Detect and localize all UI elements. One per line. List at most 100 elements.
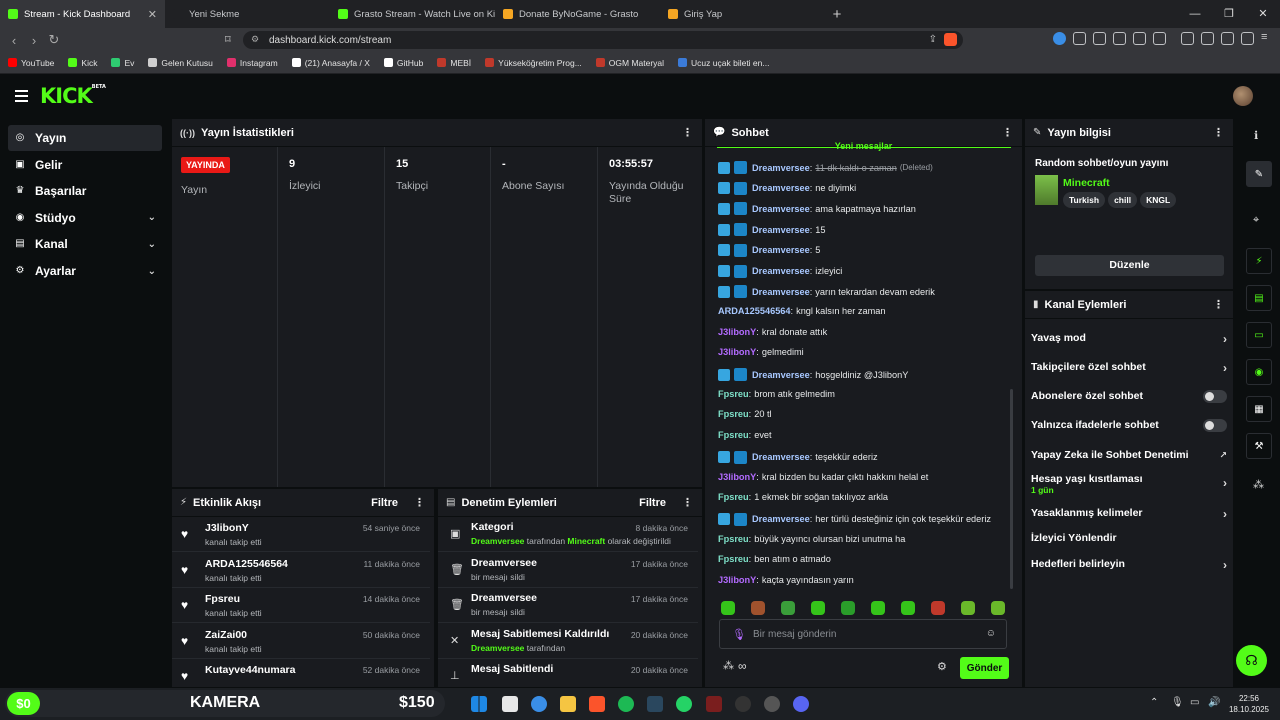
chat-username[interactable]: Dreamversee xyxy=(752,266,810,276)
windows-start-icon[interactable] xyxy=(471,696,487,712)
edit-stream-info-button[interactable]: Düzenle xyxy=(1035,255,1224,276)
moderation-row[interactable]: 🗑 Dreamversee bir mesajı sildi 17 dakika ön… xyxy=(438,588,698,624)
emote-icon[interactable] xyxy=(841,601,855,615)
chat-input[interactable]: 🎙 Bir mesaj gönderin ☺ xyxy=(719,619,1007,649)
emote-icon[interactable] xyxy=(721,601,735,615)
more-options-icon[interactable]: ⋮ xyxy=(1002,126,1013,139)
chat-message[interactable]: J3libonY: kral donate attık xyxy=(718,327,827,337)
clock[interactable]: 22:56 18.10.2025 xyxy=(1228,693,1270,715)
close-window-icon[interactable]: ✕ xyxy=(1246,0,1280,28)
emote-icon[interactable] xyxy=(991,601,1005,615)
chat-username[interactable]: Fpsreu xyxy=(718,430,749,440)
browser-menu-icon[interactable]: ≡ xyxy=(1261,32,1274,45)
moderation-row[interactable]: ▣ Kategori Dreamversee tarafından Minecraf… xyxy=(438,517,698,552)
more-options-icon[interactable]: ⋮ xyxy=(1213,298,1224,311)
chat-message[interactable]: Dreamversee: izleyici xyxy=(718,264,842,278)
more-options-icon[interactable]: ⋮ xyxy=(414,496,425,509)
layout-rail-icon[interactable]: ▦ xyxy=(1246,396,1272,422)
external-link-icon[interactable]: ↗ xyxy=(1219,450,1227,461)
channel-action-item[interactable]: İzleyici Yönlendir xyxy=(1031,532,1227,544)
chat-username[interactable]: Fpsreu xyxy=(718,492,749,502)
channel-action-item[interactable]: Yapay Zeka ile Sohbet Denetimi ↗ xyxy=(1031,449,1227,461)
discord-icon[interactable] xyxy=(793,696,809,712)
share-icon[interactable]: ⇪ xyxy=(929,34,937,45)
chat-username[interactable]: Dreamversee xyxy=(752,183,810,193)
maximize-icon[interactable]: ❐ xyxy=(1212,0,1246,28)
chat-username[interactable]: Dreamversee xyxy=(752,452,810,462)
brave-shield-icon[interactable] xyxy=(944,33,957,46)
app-icon[interactable] xyxy=(735,696,751,712)
emote-icon[interactable] xyxy=(901,601,915,615)
screenshot-icon[interactable] xyxy=(1113,32,1126,45)
broadcast-rail-icon[interactable]: ◉ xyxy=(1246,359,1272,385)
browser-tab[interactable]: Stream - Kick Dashboard ✕ xyxy=(0,0,165,28)
whatsapp-icon[interactable] xyxy=(676,696,692,712)
chat-username[interactable]: J3libonY xyxy=(718,575,756,585)
sidebar-item-gelir[interactable]: ▣ Gelir xyxy=(8,152,162,178)
chevron-right-icon[interactable]: › xyxy=(1223,558,1227,572)
chat-scrollbar[interactable] xyxy=(1010,389,1013,589)
wrench-rail-icon[interactable]: ⚒ xyxy=(1246,433,1272,459)
emote-icon[interactable] xyxy=(781,601,795,615)
send-button[interactable]: Gönder xyxy=(960,657,1009,679)
new-tab-button[interactable]: + xyxy=(825,0,849,28)
sidebar-item-kanal[interactable]: ▤ Kanal ⌄ xyxy=(8,231,162,257)
browser-tab[interactable]: Giriş Yap xyxy=(660,0,825,28)
chat-message[interactable]: Dreamversee:15 xyxy=(718,223,826,237)
reload-icon[interactable]: ↻ xyxy=(44,32,64,48)
more-options-icon[interactable]: ⋮ xyxy=(682,126,693,139)
brave-browser-icon[interactable] xyxy=(589,696,605,712)
app-icon[interactable] xyxy=(706,696,722,712)
close-tab-icon[interactable]: ✕ xyxy=(148,8,157,21)
sidebar-item-stüdyo[interactable]: ◉ Stüdyo ⌄ xyxy=(8,205,162,231)
browser-tab[interactable]: Yeni Sekme xyxy=(165,0,330,28)
media-icon[interactable] xyxy=(1181,32,1194,45)
chat-message[interactable]: Dreamversee: her türlü desteğiniz için ço… xyxy=(718,512,991,526)
mic-tray-icon[interactable]: 🎙 xyxy=(1171,697,1184,708)
chat-rail-icon[interactable]: ▭ xyxy=(1246,322,1272,348)
chat-username[interactable]: Fpsreu xyxy=(718,409,749,419)
channel-action-item[interactable]: Abonelere özel sohbet xyxy=(1031,390,1227,403)
emote-icon[interactable] xyxy=(811,601,825,615)
steam-icon[interactable] xyxy=(647,696,663,712)
chat-message[interactable]: Fpsreu: brom atık gelmedim xyxy=(718,389,835,399)
chevron-down-icon[interactable]: ⌄ xyxy=(148,239,156,250)
activity-row[interactable]: ♥ ZaiZai00 kanalı takip etti 50 dakika önce xyxy=(172,624,430,659)
category-name[interactable]: Minecraft xyxy=(1063,177,1110,189)
bookmark-item[interactable]: Gelen Kutusu xyxy=(148,58,213,68)
chat-username[interactable]: Dreamversee xyxy=(752,245,810,255)
chat-username[interactable]: Fpsreu xyxy=(718,554,749,564)
file-explorer-icon[interactable] xyxy=(560,696,576,712)
chat-message[interactable]: Fpsreu:20 tl xyxy=(718,409,772,419)
download-icon[interactable] xyxy=(1153,32,1166,45)
volume-tray-icon[interactable]: 🔊 xyxy=(1208,697,1220,708)
chevron-right-icon[interactable]: › xyxy=(1223,332,1227,346)
tray-chevron-icon[interactable]: ⌃ xyxy=(1150,697,1158,708)
chat-message[interactable]: Dreamversee: hoşgeldiniz @J3libonY xyxy=(718,368,908,381)
chat-message[interactable]: Dreamversee:5 xyxy=(718,243,820,257)
obs-icon[interactable] xyxy=(764,696,780,712)
chat-username[interactable]: Fpsreu xyxy=(718,534,749,544)
chat-username[interactable]: Dreamversee xyxy=(752,163,810,173)
moderation-row[interactable]: 🗑 Dreamversee bir mesajı sildi 17 dakika ön… xyxy=(438,553,698,588)
widgets-icon[interactable]: ⁂ xyxy=(1253,478,1264,491)
chat-username[interactable]: J3libonY xyxy=(718,347,756,357)
chat-username[interactable]: J3libonY xyxy=(718,472,756,482)
chat-username[interactable]: Dreamversee xyxy=(752,225,810,235)
more-options-icon[interactable]: ⋮ xyxy=(682,496,693,509)
channel-action-item[interactable]: Yalnızca ifadelerle sohbet xyxy=(1031,419,1227,432)
activity-filter-button[interactable]: Filtre xyxy=(371,497,398,509)
chat-username[interactable]: J3libonY xyxy=(718,327,756,337)
bookmark-icon[interactable]: ⌑ xyxy=(225,33,231,46)
back-icon[interactable]: ‹ xyxy=(4,33,24,48)
info-icon[interactable]: ℹ xyxy=(1254,129,1258,142)
display-tray-icon[interactable]: ▭ xyxy=(1190,697,1199,708)
stream-tag[interactable]: KNGL xyxy=(1140,192,1177,208)
channel-action-item[interactable]: Yasaklanmış kelimeler › xyxy=(1031,507,1227,521)
browser-tab[interactable]: Grasto Stream - Watch Live on Kick xyxy=(330,0,495,28)
chat-message[interactable]: Dreamversee: ne diyimki xyxy=(718,181,856,195)
notes-rail-icon[interactable]: ▤ xyxy=(1246,285,1272,311)
chat-message[interactable]: J3libonY: kaçta yayındasın yarın xyxy=(718,575,854,585)
chat-message[interactable]: Fpsreu:1 ekmek bir soğan takılıyoz arkla xyxy=(718,492,888,502)
channel-action-item[interactable]: Takipçilere özel sohbet › xyxy=(1031,361,1227,375)
